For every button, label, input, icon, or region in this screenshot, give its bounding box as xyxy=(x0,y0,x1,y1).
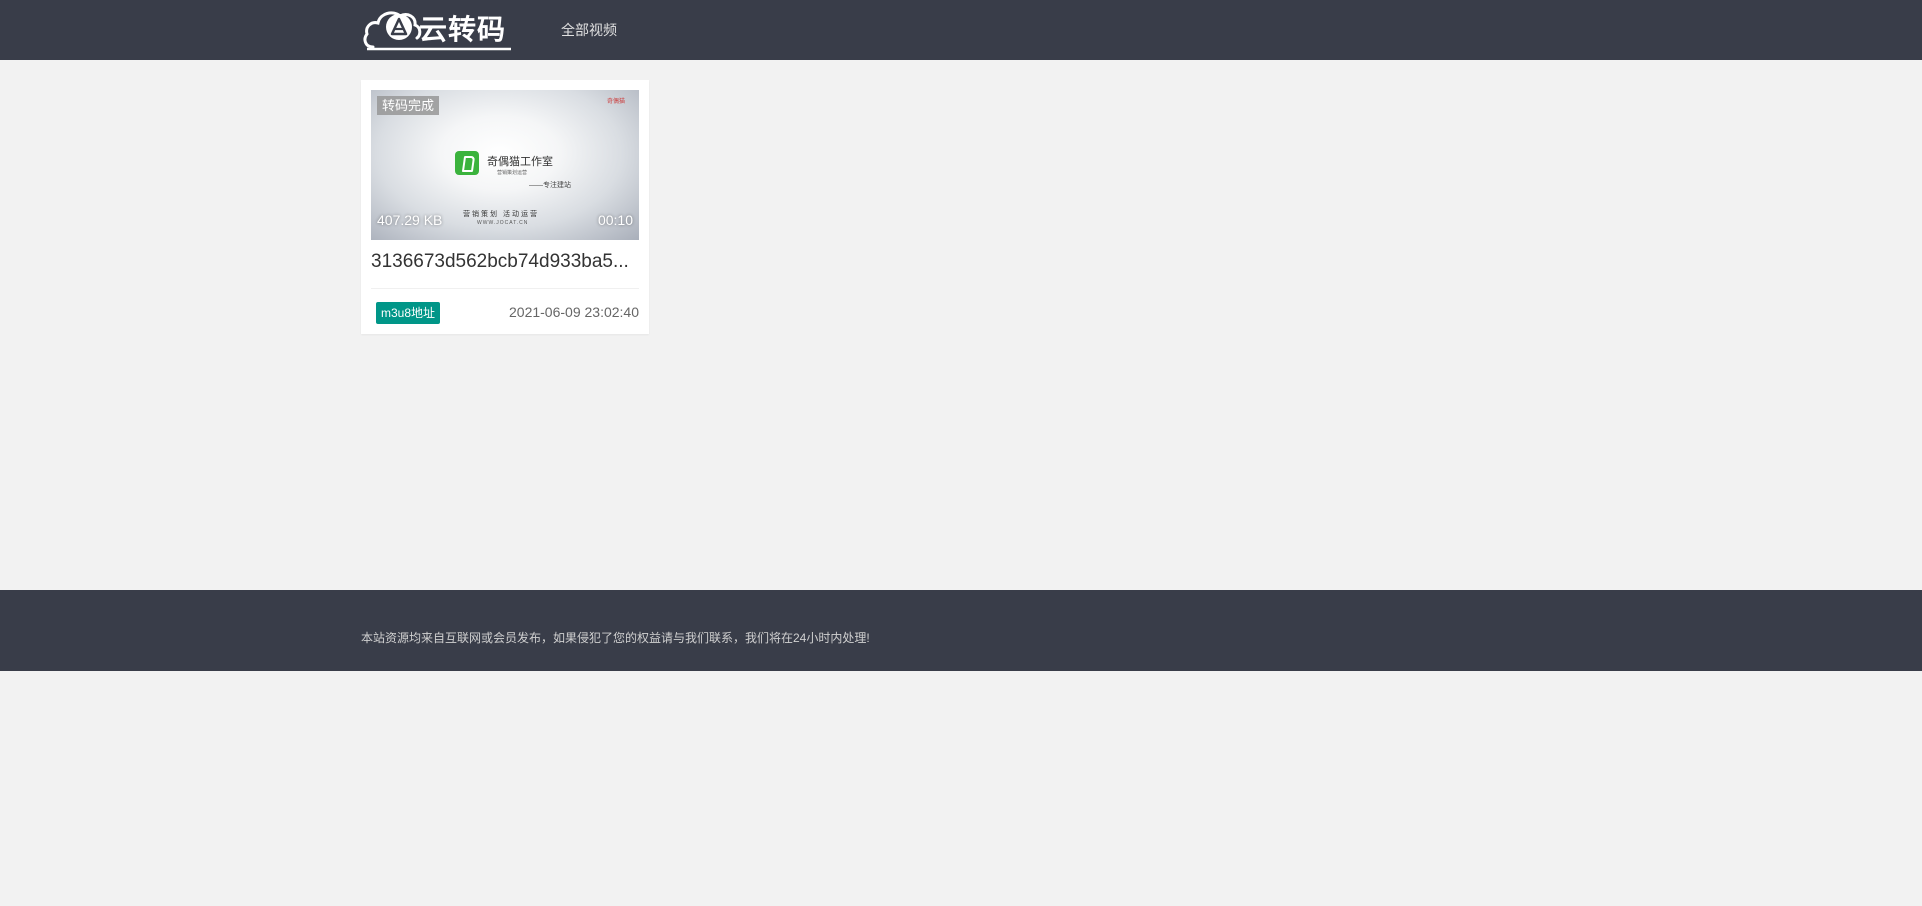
nav-all-videos[interactable]: 全部视频 xyxy=(561,20,617,40)
footer-disclaimer: 本站资源均来自互联网或会员发布，如果侵犯了您的权益请与我们联系，我们将在24小时… xyxy=(361,631,870,645)
top-navbar: 云转码 全部视频 xyxy=(0,0,1922,60)
m3u8-link-button[interactable]: m3u8地址 xyxy=(376,302,441,324)
site-logo[interactable]: 云转码 xyxy=(363,7,513,53)
studio-logo-icon xyxy=(455,151,479,175)
logo-text: 云转码 xyxy=(419,13,507,46)
thumbnail-bottom-line: 营销策划 活动运营 xyxy=(463,211,539,218)
page-footer: 本站资源均来自互联网或会员发布，如果侵犯了您的权益请与我们联系，我们将在24小时… xyxy=(0,590,1922,671)
status-badge: 转码完成 xyxy=(377,96,440,115)
card-divider xyxy=(371,288,639,289)
thumbnail-studio-sub: 营销策划运营 xyxy=(497,170,528,176)
video-title[interactable]: 3136673d562bcb74d933ba5... xyxy=(371,249,639,275)
file-size: 407.29 KB xyxy=(377,212,443,228)
video-thumbnail[interactable]: 奇偶猫工作室 营销策划运营 ——专注建站 营销策划 活动运营 WWW.JOCAT… xyxy=(371,90,639,240)
thumbnail-corner-mark: 奇偶猫 xyxy=(606,99,625,105)
thumbnail-url: WWW.JOCAT.CN xyxy=(477,220,529,226)
thumbnail-studio-name: 奇偶猫工作室 xyxy=(487,156,553,168)
video-duration: 00:10 xyxy=(597,212,633,228)
upload-date: 2021-06-09 23:02:40 xyxy=(509,304,639,320)
thumbnail-slogan: ——专注建站 xyxy=(529,182,571,189)
video-card: 奇偶猫工作室 营销策划运营 ——专注建站 营销策划 活动运营 WWW.JOCAT… xyxy=(361,80,649,334)
